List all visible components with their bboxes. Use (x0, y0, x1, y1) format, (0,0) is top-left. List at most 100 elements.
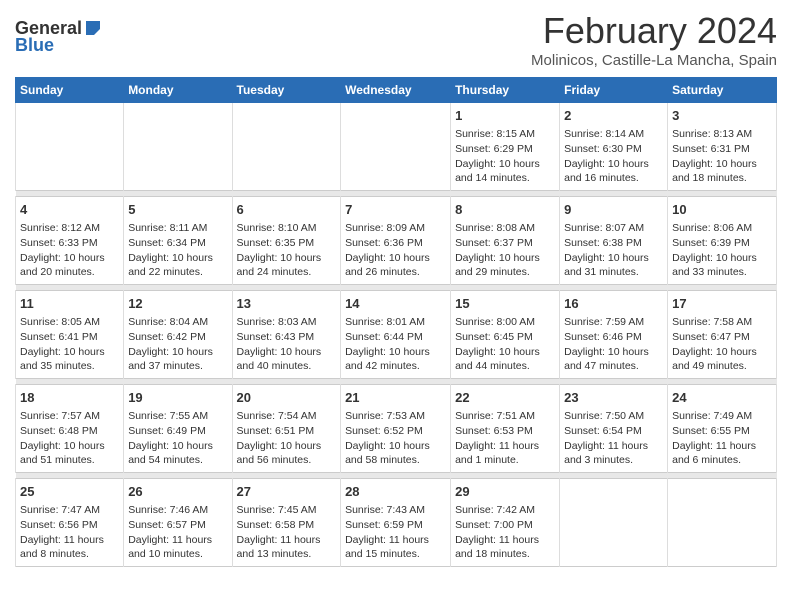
day-info: Sunrise: 8:04 AMSunset: 6:42 PMDaylight:… (128, 315, 227, 374)
day-info: Sunrise: 8:15 AMSunset: 6:29 PMDaylight:… (455, 127, 555, 186)
day-info: Sunrise: 8:09 AMSunset: 6:36 PMDaylight:… (345, 221, 446, 280)
day-number: 13 (237, 295, 337, 313)
table-row (560, 479, 668, 567)
table-row: 27Sunrise: 7:45 AMSunset: 6:58 PMDayligh… (232, 479, 341, 567)
day-number: 8 (455, 201, 555, 219)
table-row: 26 Sunrise: 7:46 AMSunset: 6:57 PMDayligh… (124, 479, 232, 567)
table-row: 8 Sunrise: 8:08 AMSunset: 6:37 PMDaylight… (451, 197, 560, 285)
day-number: 14 (345, 295, 446, 313)
day-info: Sunrise: 8:01 AMSunset: 6:44 PMDaylight:… (345, 315, 446, 374)
day-number: 25 (20, 483, 119, 501)
day-number: 7 (345, 201, 446, 219)
day-number: 2 (564, 107, 663, 125)
table-row: 20 Sunrise: 7:54 AMSunset: 6:51 PMDayligh… (232, 385, 341, 473)
day-info: Sunrise: 7:59 AMSunset: 6:46 PMDaylight:… (564, 315, 663, 374)
table-row: 3 Sunrise: 8:13 AMSunset: 6:31 PMDaylight… (668, 103, 777, 191)
day-info: Sunrise: 7:57 AMSunset: 6:48 PMDaylight:… (20, 409, 119, 468)
table-row: 16 Sunrise: 7:59 AMSunset: 6:46 PMDayligh… (560, 291, 668, 379)
location-subtitle: Molinicos, Castille-La Mancha, Spain (531, 52, 777, 69)
col-wednesday: Wednesday (341, 78, 451, 103)
day-number: 9 (564, 201, 663, 219)
table-row: 28 Sunrise: 7:43 AMSunset: 6:59 PMDayligh… (341, 479, 451, 567)
table-row: 24Sunrise: 7:49 AMSunset: 6:55 PMDayligh… (668, 385, 777, 473)
header: General Blue February 2024 Molinicos, Ca… (15, 10, 777, 69)
calendar-week-row: 1 Sunrise: 8:15 AMSunset: 6:29 PMDaylight… (16, 103, 777, 191)
calendar-header-row: Sunday Monday Tuesday Wednesday Thursday… (16, 78, 777, 103)
table-row: 12 Sunrise: 8:04 AMSunset: 6:42 PMDayligh… (124, 291, 232, 379)
table-row: 11 Sunrise: 8:05 AMSunset: 6:41 PMDayligh… (16, 291, 124, 379)
table-row (341, 103, 451, 191)
day-number: 24 (672, 389, 772, 407)
logo-blue: Blue (15, 35, 54, 56)
day-info: Sunrise: 8:14 AMSunset: 6:30 PMDaylight:… (564, 127, 663, 186)
col-friday: Friday (560, 78, 668, 103)
day-number: 5 (128, 201, 227, 219)
day-info: Sunrise: 8:10 AMSunset: 6:35 PMDaylight:… (237, 221, 337, 280)
col-thursday: Thursday (451, 78, 560, 103)
day-info: Sunrise: 7:51 AMSunset: 6:53 PMDaylight:… (455, 409, 555, 468)
col-saturday: Saturday (668, 78, 777, 103)
table-row: 18 Sunrise: 7:57 AMSunset: 6:48 PMDayligh… (16, 385, 124, 473)
day-info: Sunrise: 8:12 AMSunset: 6:33 PMDaylight:… (20, 221, 119, 280)
day-info: Sunrise: 7:55 AMSunset: 6:49 PMDaylight:… (128, 409, 227, 468)
day-number: 18 (20, 389, 119, 407)
day-number: 22 (455, 389, 555, 407)
day-number: 28 (345, 483, 446, 501)
col-tuesday: Tuesday (232, 78, 341, 103)
day-info: Sunrise: 7:53 AMSunset: 6:52 PMDaylight:… (345, 409, 446, 468)
day-number: 3 (672, 107, 772, 125)
table-row: 1 Sunrise: 8:15 AMSunset: 6:29 PMDaylight… (451, 103, 560, 191)
day-number: 1 (455, 107, 555, 125)
day-number: 29 (455, 483, 555, 501)
day-number: 20 (237, 389, 337, 407)
day-info: Sunrise: 7:46 AMSunset: 6:57 PMDaylight:… (128, 503, 227, 562)
table-row: 10 Sunrise: 8:06 AMSunset: 6:39 PMDayligh… (668, 197, 777, 285)
day-info: Sunrise: 8:08 AMSunset: 6:37 PMDaylight:… (455, 221, 555, 280)
day-info: Sunrise: 8:03 AMSunset: 6:43 PMDaylight:… (237, 315, 337, 374)
table-row: 4Sunrise: 8:12 AMSunset: 6:33 PMDaylight… (16, 197, 124, 285)
table-row: 17Sunrise: 7:58 AMSunset: 6:47 PMDayligh… (668, 291, 777, 379)
day-number: 15 (455, 295, 555, 313)
day-number: 19 (128, 389, 227, 407)
table-row (124, 103, 232, 191)
calendar-week-row: 4Sunrise: 8:12 AMSunset: 6:33 PMDaylight… (16, 197, 777, 285)
table-row: 29 Sunrise: 7:42 AMSunset: 7:00 PMDayligh… (451, 479, 560, 567)
table-row: 22 Sunrise: 7:51 AMSunset: 6:53 PMDayligh… (451, 385, 560, 473)
day-info: Sunrise: 8:06 AMSunset: 6:39 PMDaylight:… (672, 221, 772, 280)
day-number: 27 (237, 483, 337, 501)
day-info: Sunrise: 7:42 AMSunset: 7:00 PMDaylight:… (455, 503, 555, 562)
day-info: Sunrise: 8:13 AMSunset: 6:31 PMDaylight:… (672, 127, 772, 186)
table-row: 7 Sunrise: 8:09 AMSunset: 6:36 PMDaylight… (341, 197, 451, 285)
table-row: 6Sunrise: 8:10 AMSunset: 6:35 PMDaylight… (232, 197, 341, 285)
table-row (232, 103, 341, 191)
table-row: 25 Sunrise: 7:47 AMSunset: 6:56 PMDayligh… (16, 479, 124, 567)
day-info: Sunrise: 7:43 AMSunset: 6:59 PMDaylight:… (345, 503, 446, 562)
day-info: Sunrise: 8:07 AMSunset: 6:38 PMDaylight:… (564, 221, 663, 280)
day-number: 12 (128, 295, 227, 313)
calendar-week-row: 11 Sunrise: 8:05 AMSunset: 6:41 PMDayligh… (16, 291, 777, 379)
day-info: Sunrise: 7:54 AMSunset: 6:51 PMDaylight:… (237, 409, 337, 468)
day-info: Sunrise: 8:00 AMSunset: 6:45 PMDaylight:… (455, 315, 555, 374)
table-row: 14 Sunrise: 8:01 AMSunset: 6:44 PMDayligh… (341, 291, 451, 379)
month-title: February 2024 (531, 10, 777, 52)
day-number: 10 (672, 201, 772, 219)
table-row: 15 Sunrise: 8:00 AMSunset: 6:45 PMDayligh… (451, 291, 560, 379)
col-sunday: Sunday (16, 78, 124, 103)
day-info: Sunrise: 7:50 AMSunset: 6:54 PMDaylight:… (564, 409, 663, 468)
table-row: 23Sunrise: 7:50 AMSunset: 6:54 PMDayligh… (560, 385, 668, 473)
table-row (668, 479, 777, 567)
day-number: 16 (564, 295, 663, 313)
table-row: 21Sunrise: 7:53 AMSunset: 6:52 PMDayligh… (341, 385, 451, 473)
day-number: 17 (672, 295, 772, 313)
title-section: February 2024 Molinicos, Castille-La Man… (531, 10, 777, 69)
col-monday: Monday (124, 78, 232, 103)
table-row: 5Sunrise: 8:11 AMSunset: 6:34 PMDaylight… (124, 197, 232, 285)
table-row (16, 103, 124, 191)
day-number: 11 (20, 295, 119, 313)
calendar-week-row: 25 Sunrise: 7:47 AMSunset: 6:56 PMDayligh… (16, 479, 777, 567)
logo-icon (84, 19, 102, 37)
day-info: Sunrise: 7:47 AMSunset: 6:56 PMDaylight:… (20, 503, 119, 562)
table-row: 13 Sunrise: 8:03 AMSunset: 6:43 PMDayligh… (232, 291, 341, 379)
day-info: Sunrise: 8:05 AMSunset: 6:41 PMDaylight:… (20, 315, 119, 374)
day-number: 26 (128, 483, 227, 501)
